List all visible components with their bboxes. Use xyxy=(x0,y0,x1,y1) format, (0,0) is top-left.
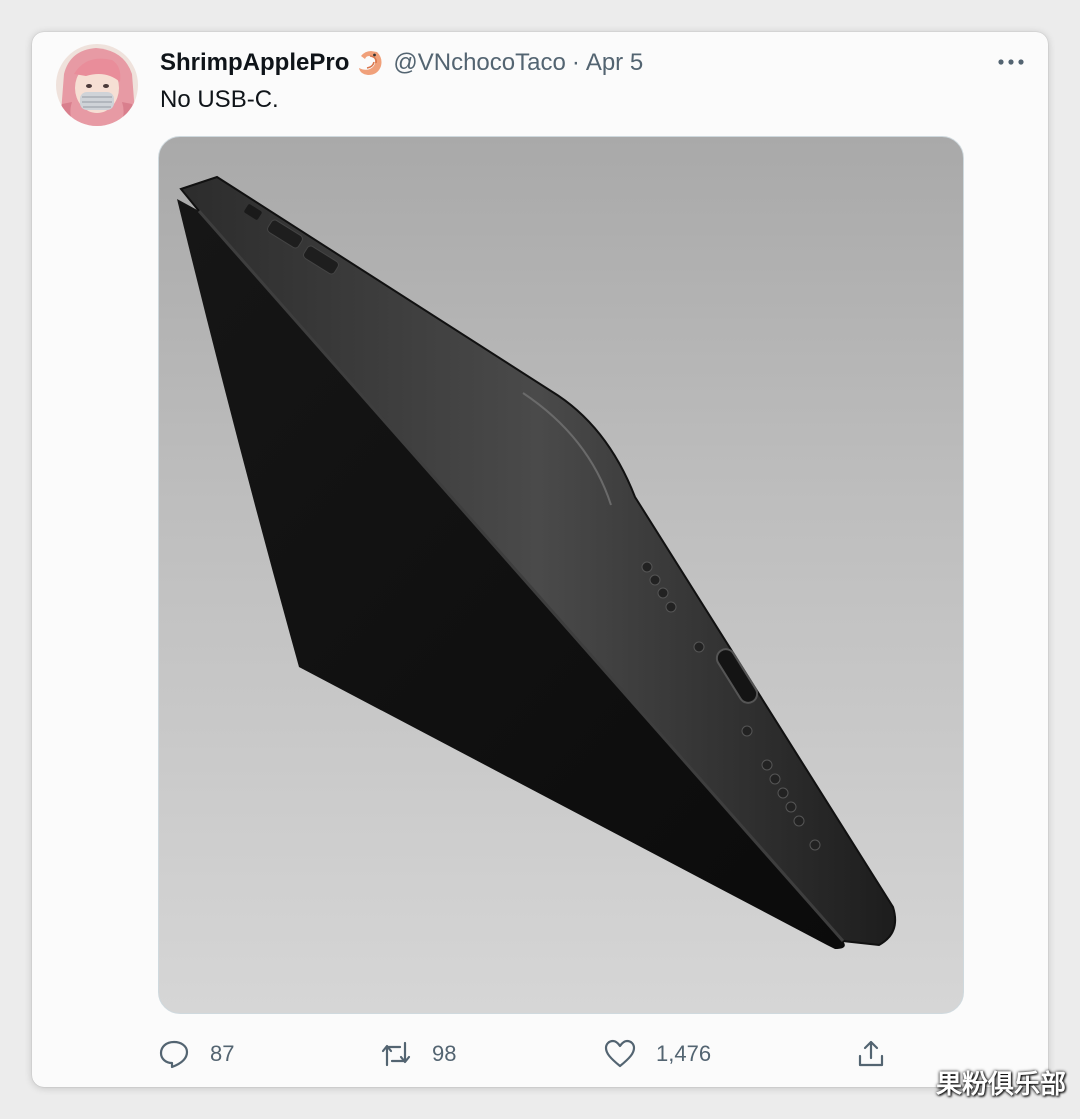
shrimp-emoji xyxy=(355,48,385,78)
watermark-text: 果粉俱乐部 xyxy=(935,1070,1066,1100)
tweet-media-image[interactable] xyxy=(158,136,964,1014)
tweet-date[interactable]: Apr 5 xyxy=(586,49,643,77)
separator-dot: · xyxy=(571,49,580,76)
share-icon xyxy=(856,1039,886,1069)
retweet-count: 98 xyxy=(432,1041,457,1066)
display-name[interactable]: ShrimpApplePro xyxy=(160,49,349,77)
tweet-text: No USB-C. xyxy=(160,86,279,113)
retweet-button[interactable]: 98 xyxy=(380,1036,456,1072)
handle[interactable]: @VNchocoTaco xyxy=(393,49,565,77)
more-icon[interactable] xyxy=(996,48,1026,76)
avatar[interactable] xyxy=(56,44,138,126)
heart-icon xyxy=(604,1039,636,1069)
retweet-icon xyxy=(380,1039,412,1069)
tweet-actions: 87 98 1,476 xyxy=(158,1036,898,1072)
phone-render xyxy=(177,175,897,949)
reply-count: 87 xyxy=(210,1041,235,1066)
reply-icon xyxy=(158,1039,190,1069)
tweet-card: ShrimpApplePro @VNchocoTaco · Apr 5 No U… xyxy=(32,32,1048,1087)
like-button[interactable]: 1,476 xyxy=(604,1036,711,1072)
reply-button[interactable]: 87 xyxy=(158,1036,234,1072)
share-button[interactable] xyxy=(856,1036,906,1072)
tweet-header: ShrimpApplePro @VNchocoTaco · Apr 5 xyxy=(160,46,1028,80)
like-count: 1,476 xyxy=(656,1041,712,1066)
